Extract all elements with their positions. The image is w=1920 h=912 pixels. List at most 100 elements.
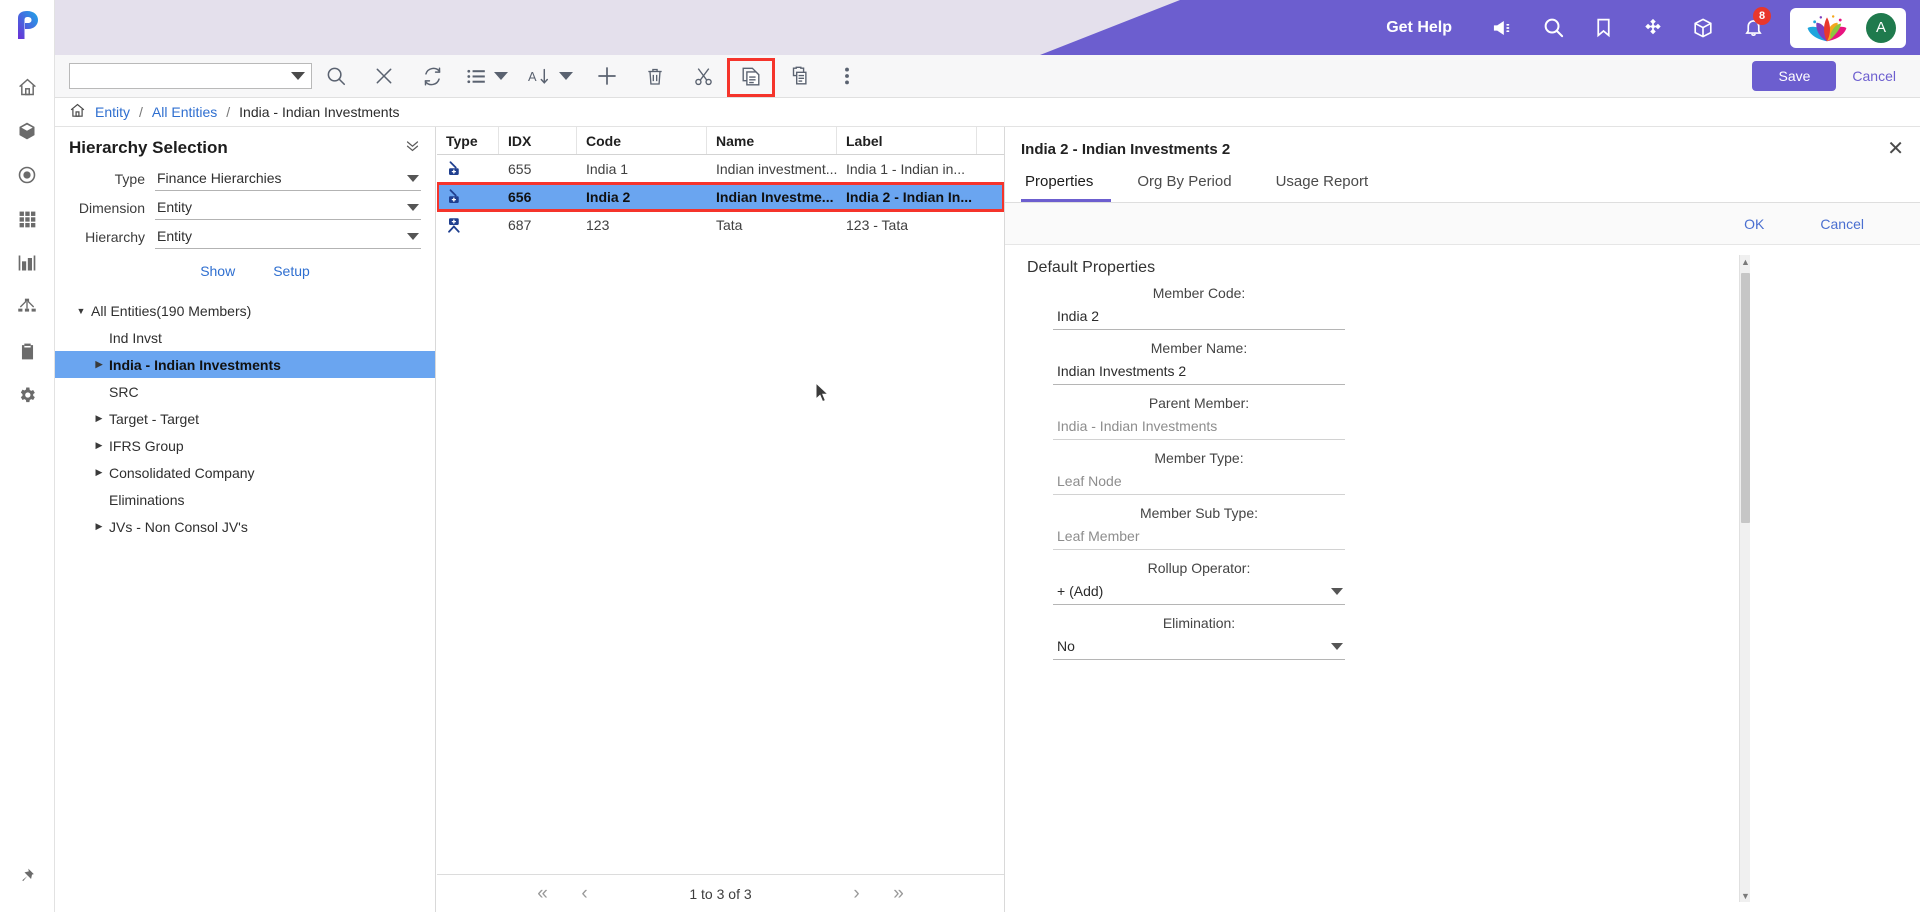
properties-cancel-button[interactable]: Cancel (1820, 216, 1864, 232)
tree-item[interactable]: ▼ All Entities(190 Members) (55, 297, 435, 324)
toolbar-sort-button[interactable]: A (518, 55, 583, 98)
toolbar-delete-button[interactable] (631, 55, 679, 98)
breadcrumb-home-icon[interactable] (69, 102, 86, 122)
tab-org-by-period[interactable]: Org By Period (1133, 167, 1249, 202)
table-row[interactable]: 687 123 Tata 123 - Tata (437, 211, 1004, 239)
save-button[interactable]: Save (1752, 61, 1837, 91)
property-input: India - Indian Investments (1053, 416, 1345, 440)
tree-item[interactable]: Ind Invst (55, 324, 435, 351)
pagination-last-button[interactable]: » (878, 875, 920, 912)
megaphone-icon[interactable] (1478, 0, 1528, 55)
property-field: Elimination: No (1005, 615, 1920, 660)
panel-title: Hierarchy Selection (69, 137, 228, 157)
chevron-down-icon[interactable]: ▼ (73, 306, 89, 316)
app-logo-icon[interactable] (14, 10, 40, 43)
toolbar-clear-button[interactable] (360, 55, 408, 98)
sidebar-item-cube[interactable] (5, 109, 49, 153)
tab-properties[interactable]: Properties (1021, 167, 1112, 202)
scroll-up-icon[interactable]: ▲ (1740, 255, 1751, 268)
property-select[interactable]: + (Add) (1053, 581, 1345, 605)
puzzle-icon[interactable] (1628, 0, 1678, 55)
chevron-right-icon[interactable]: ▶ (91, 359, 107, 370)
properties-section-title: Default Properties (1027, 259, 1156, 276)
toolbar-more-button[interactable] (823, 55, 871, 98)
sidebar-item-chart[interactable] (5, 241, 49, 285)
cell-code: India 1 (586, 161, 629, 177)
column-header-idx[interactable]: IDX (499, 127, 577, 154)
sidebar-item-hierarchy[interactable] (5, 285, 49, 329)
cell-name: Indian investment... (716, 161, 837, 177)
column-header-code[interactable]: Code (577, 127, 707, 154)
toolbar-search-button[interactable] (312, 55, 360, 98)
dimension-select[interactable]: Entity (155, 197, 421, 220)
sidebar-item-grid[interactable] (5, 197, 49, 241)
sidebar-item-clipboard[interactable] (5, 329, 49, 373)
tree-item[interactable]: SRC (55, 378, 435, 405)
properties-actions: OK Cancel (1005, 203, 1920, 245)
toolbar-add-button[interactable] (583, 55, 631, 98)
column-header-name[interactable]: Name (707, 127, 837, 154)
breadcrumb: Entity / All Entities / India - Indian I… (55, 98, 1920, 127)
tree-item[interactable]: Eliminations (55, 486, 435, 513)
grid-pagination: « ‹ 1 to 3 of 3 › » (437, 874, 1004, 912)
toolbar-copy-button[interactable] (727, 57, 775, 97)
property-value: Indian Investments 2 (1057, 363, 1187, 379)
pagination-next-button[interactable]: › (836, 875, 878, 912)
chevron-right-icon[interactable]: ▶ (91, 521, 107, 532)
column-header-label[interactable]: Label (837, 127, 977, 154)
leaf-node-icon (437, 183, 499, 211)
breadcrumb-item-entity[interactable]: Entity (95, 104, 130, 120)
property-value: India - Indian Investments (1057, 418, 1218, 434)
scroll-down-icon[interactable]: ▼ (1740, 889, 1751, 902)
chevron-right-icon[interactable]: ▶ (91, 413, 107, 424)
toolbar-list-button[interactable] (456, 55, 518, 98)
property-input[interactable]: Indian Investments 2 (1053, 361, 1345, 385)
property-field: Rollup Operator: + (Add) (1005, 560, 1920, 605)
toolbar-cut-button[interactable] (679, 55, 727, 98)
avatar[interactable]: A (1866, 12, 1896, 43)
tree-item[interactable]: ▶ IFRS Group (55, 432, 435, 459)
chevron-double-down-icon[interactable] (404, 137, 421, 158)
show-link[interactable]: Show (200, 263, 235, 279)
close-icon[interactable]: ✕ (1887, 139, 1904, 159)
sidebar-item-home[interactable] (5, 65, 49, 109)
sidebar-item-target[interactable] (5, 153, 49, 197)
properties-ok-button[interactable]: OK (1744, 216, 1764, 232)
breadcrumb-item-all-entities[interactable]: All Entities (152, 104, 217, 120)
property-value: Leaf Member (1057, 528, 1140, 544)
box-icon[interactable] (1678, 0, 1728, 55)
tree-item[interactable]: ▶ Target - Target (55, 405, 435, 432)
tree-item-label: SRC (109, 383, 139, 400)
property-input[interactable]: India 2 (1053, 306, 1345, 330)
sidebar-item-settings[interactable] (5, 373, 49, 417)
pagination-first-button[interactable]: « (522, 875, 564, 912)
hierarchy-select[interactable]: Entity (155, 226, 421, 249)
toolbar-paste-button[interactable] (775, 55, 823, 98)
tree-item[interactable]: ▶ India - Indian Investments (55, 351, 435, 378)
cancel-button[interactable]: Cancel (1852, 68, 1896, 84)
search-input[interactable] (69, 63, 312, 89)
property-field: Parent Member: India - Indian Investments (1005, 395, 1920, 440)
bookmark-icon[interactable] (1578, 0, 1628, 55)
type-select[interactable]: Finance Hierarchies (155, 168, 421, 191)
properties-tabs: Properties Org By Period Usage Report (1005, 167, 1920, 203)
pin-icon[interactable] (5, 854, 49, 898)
properties-scrollbar[interactable]: ▲ ▼ (1739, 255, 1750, 902)
table-row[interactable]: 656 India 2 Indian Investme... India 2 - In… (437, 182, 1004, 212)
get-help-link[interactable]: Get Help (1386, 19, 1452, 37)
chevron-right-icon[interactable]: ▶ (91, 440, 107, 451)
property-select[interactable]: No (1053, 636, 1345, 660)
tree-item[interactable]: ▶ JVs - Non Consol JV's (55, 513, 435, 540)
table-row[interactable]: 655 India 1 Indian investment... India 1 - … (437, 155, 1004, 183)
tab-usage-report[interactable]: Usage Report (1272, 167, 1387, 202)
scrollbar-thumb[interactable] (1741, 273, 1750, 523)
chevron-right-icon[interactable]: ▶ (91, 467, 107, 478)
tree-item[interactable]: ▶ Consolidated Company (55, 459, 435, 486)
setup-link[interactable]: Setup (273, 263, 310, 279)
toolbar-refresh-button[interactable] (408, 55, 456, 98)
cell-idx: 655 (508, 161, 532, 177)
search-icon[interactable] (1528, 0, 1578, 55)
bell-icon[interactable]: 8 (1728, 0, 1778, 55)
column-header-type[interactable]: Type (437, 127, 499, 154)
pagination-prev-button[interactable]: ‹ (564, 875, 606, 912)
